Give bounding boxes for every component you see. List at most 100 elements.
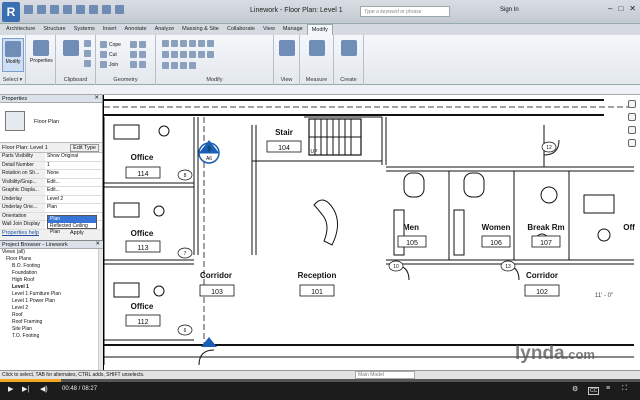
tab-massing-site[interactable]: Massing & Site [178,24,223,35]
cut-geometry-button[interactable]: Cut [100,51,117,58]
property-row[interactable]: Graphic Displa... Edit... [0,187,102,196]
properties-button[interactable]: Properties [30,38,53,72]
skip-icon[interactable]: ▶| [22,385,29,393]
browser-item[interactable]: Views (all) [0,249,103,256]
tab-insert[interactable]: Insert [99,24,121,35]
close-icon[interactable]: ✕ [94,95,99,101]
settings-icon[interactable]: ⚙ [572,385,578,393]
property-value[interactable]: None [45,170,102,178]
browser-item[interactable]: High Roof [0,277,103,284]
tab-manage[interactable]: Manage [279,24,307,35]
browser-item[interactable]: Roof [0,312,103,319]
cut-icon[interactable] [84,40,91,47]
property-row[interactable]: Rotation on Sh... None [0,170,102,179]
tab-systems[interactable]: Systems [70,24,99,35]
measure-icon[interactable] [89,5,98,14]
cope-button[interactable]: Cope [100,41,121,48]
text-icon[interactable] [102,5,111,14]
property-value[interactable]: 1 [45,161,102,169]
browser-scrollbar[interactable] [98,249,103,371]
browser-item[interactable]: Level 1 Power Plan [0,298,103,305]
browser-item[interactable]: Foundation [0,270,103,277]
browser-item[interactable]: B.O. Footing [0,263,103,270]
model-selector[interactable]: Main Model [355,371,415,379]
geometry-tool-1[interactable] [130,41,146,48]
search-input[interactable]: Type a keyword or phrase [360,6,450,17]
steering-wheel-icon[interactable] [628,113,636,121]
tab-collaborate[interactable]: Collaborate [223,24,259,35]
modify-tools-row-2[interactable] [162,51,214,58]
browser-item[interactable]: Roof Framing [0,319,103,326]
property-row[interactable]: Detail Number 1 [0,161,102,170]
door-tag-13: 13 [505,264,511,270]
pan-icon[interactable] [628,139,636,147]
chapters-icon[interactable]: ≡ [606,385,610,392]
volume-icon[interactable]: ◀) [40,385,48,393]
copy-icon[interactable] [84,50,91,57]
fullscreen-icon[interactable]: ⛶ [622,385,627,393]
type-selector[interactable]: Floor Plan [0,103,102,143]
tab-structure[interactable]: Structure [39,24,69,35]
edit-type-button[interactable]: Edit Type [70,144,99,152]
browser-item[interactable]: Level 2 [0,305,103,312]
maximize-icon[interactable]: □ [618,4,623,13]
dropdown-option-reflected-ceiling-plan[interactable]: Reflected Ceiling Plan [48,223,96,235]
property-row[interactable]: Parts Visibility Show Original [0,153,102,162]
open-icon[interactable] [24,5,33,14]
tab-analyze[interactable]: Analyze [151,24,179,35]
join-button[interactable]: Join [100,61,118,68]
browser-item[interactable]: Floor Plans [0,256,103,263]
instance-filter[interactable]: Floor Plan: Level 1 Edit Type [0,143,102,153]
browser-item[interactable]: Level 1 Furniture Plan [0,291,103,298]
undo-icon[interactable] [50,5,59,14]
drawing-canvas[interactable]: 3 A6 Office Office Office Stair Men Wome… [104,95,640,370]
view-cube-icon[interactable] [628,100,636,108]
tab-architecture[interactable]: Architecture [2,24,39,35]
property-value[interactable]: Plan [45,204,102,212]
play-icon[interactable]: ▶ [8,385,13,393]
video-progress-bar[interactable] [0,379,640,382]
modify-tools-row-3[interactable] [162,62,196,69]
property-value[interactable]: Edit... [45,187,102,195]
geometry-tool-3[interactable] [130,61,146,68]
tab-view[interactable]: View [259,24,279,35]
minimize-icon[interactable]: – [608,4,612,13]
modify-tools-row-1[interactable] [162,40,214,47]
browser-item[interactable]: Site Plan [0,326,103,333]
property-row[interactable]: Underlay Orie... Plan [0,204,102,213]
create-button[interactable] [338,38,360,72]
property-row[interactable]: Underlay Level 2 [0,195,102,204]
offset-icon [171,40,178,47]
apply-button[interactable]: Apply [70,230,84,236]
paste-button[interactable] [60,38,82,72]
property-key: Detail Number [2,161,34,168]
zoom-icon[interactable] [628,126,636,134]
section-marker[interactable] [198,140,220,347]
match-properties-icon[interactable] [84,60,91,67]
property-row[interactable]: Visibility/Grap... Edit... [0,178,102,187]
browser-item[interactable]: T.O. Footing [0,333,103,340]
browser-tree: Views (all) Floor Plans B.O. Footing Founda… [0,249,103,340]
print-icon[interactable] [76,5,85,14]
close-icon[interactable]: ✕ [629,4,636,13]
close-icon[interactable]: ✕ [95,241,100,247]
closed-captions-button[interactable]: CC [588,387,600,395]
geometry-tool-2[interactable] [130,51,146,58]
tab-modify[interactable]: Modify [306,24,333,35]
save-icon[interactable] [37,5,46,14]
property-value[interactable]: Edit... [45,178,102,186]
measure-button[interactable] [306,38,328,72]
3d-view-icon[interactable] [115,5,124,14]
browser-item[interactable]: Level 1 [0,284,103,291]
underlay-orientation-dropdown[interactable]: Plan Reflected Ceiling Plan [47,215,97,235]
sign-in-link[interactable]: Sign In [500,7,519,13]
redo-icon[interactable] [63,5,72,14]
tab-annotate[interactable]: Annotate [121,24,151,35]
select-group-label[interactable]: Select ▾ [0,77,25,83]
app-menu-button[interactable]: R [2,2,20,22]
properties-help-link[interactable]: Properties help [2,230,39,236]
property-value[interactable]: Show Original [45,153,102,161]
property-value[interactable]: Level 2 [45,195,102,203]
modify-button[interactable]: Modify [2,38,24,72]
view-button[interactable] [276,38,298,72]
